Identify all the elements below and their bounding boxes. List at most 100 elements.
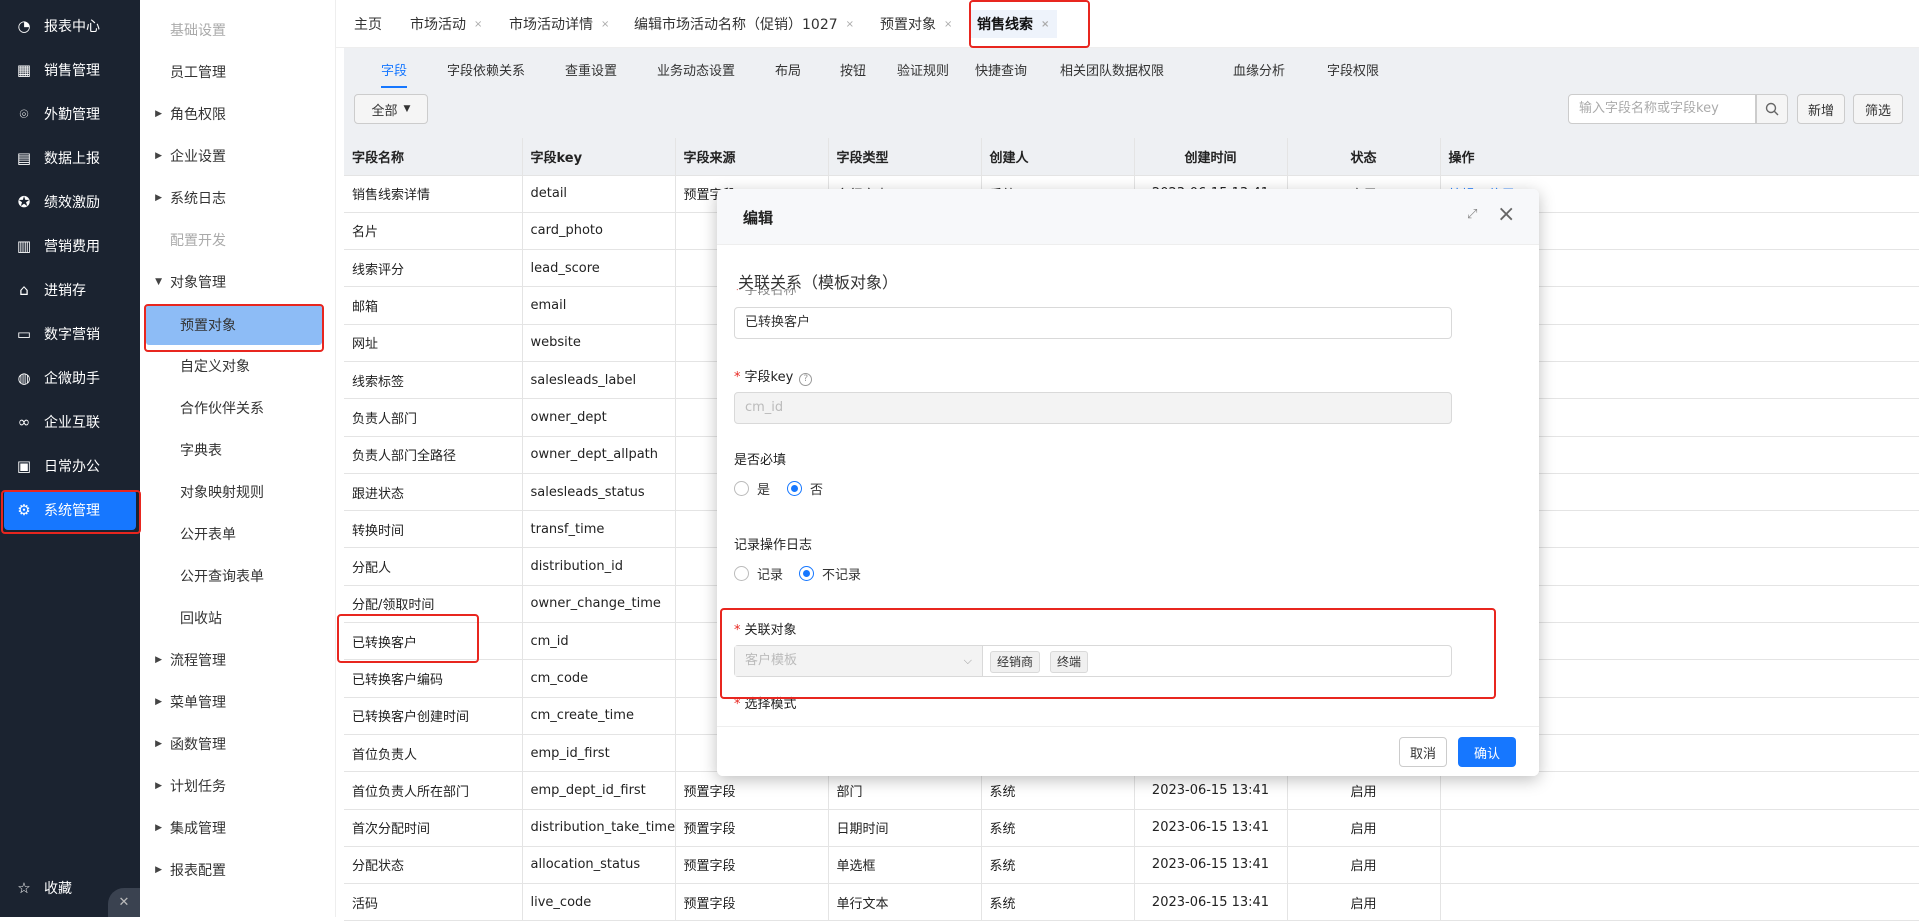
page-tab[interactable]: 编辑市场活动名称（促销）1027 ×	[626, 10, 862, 38]
search-button[interactable]	[1756, 94, 1788, 124]
object-subtab[interactable]: 字段权限	[1327, 60, 1379, 79]
caret-right-icon: ▶	[155, 781, 162, 791]
submenu-item[interactable]: ▶ 菜单管理	[140, 685, 336, 719]
submenu-item[interactable]: ▶ 角色权限	[140, 97, 336, 131]
submenu-item[interactable]: 合作伙伴关系	[140, 391, 336, 425]
nav-item[interactable]: ◍ 企微助手	[4, 358, 136, 398]
submenu-item[interactable]: ▶ 企业设置	[140, 139, 336, 173]
nav-item[interactable]: ∞ 企业互联	[4, 402, 136, 442]
object-subtab[interactable]: 字段	[381, 60, 408, 88]
object-subtab[interactable]: 字段依赖关系	[447, 60, 525, 79]
edit-field-modal: 编辑 ⤢ × 关联关系（模板对象） * 字段名称 已转换客户 * 字段key? cm…	[717, 189, 1539, 776]
close-tab-icon[interactable]: ×	[474, 19, 482, 30]
required-no-radio[interactable]: 否	[787, 479, 823, 498]
object-subtab[interactable]: 业务动态设置	[657, 60, 735, 79]
submenu-item[interactable]: 字典表	[140, 433, 336, 467]
caret-down-icon: ▼	[155, 277, 162, 287]
submenu-label: 系统日志	[170, 191, 226, 207]
table-cell: 单选框	[828, 846, 982, 885]
submenu-item[interactable]: ▶ 系统日志	[140, 181, 336, 215]
nav-item-label: 日常办公	[44, 459, 100, 475]
page-tab[interactable]: 销售线索 ×	[969, 10, 1058, 38]
submenu-item[interactable]: 预置对象	[146, 305, 322, 345]
nav-item[interactable]: ▤ 数据上报	[4, 138, 136, 178]
cancel-button[interactable]: 取消	[1399, 737, 1447, 767]
confirm-button[interactable]: 确认	[1458, 737, 1516, 767]
page-tab[interactable]: 市场活动 ×	[402, 10, 490, 38]
table-row[interactable]: 分配状态 allocation_status 预置字段 单选框 系统 2023-06-15…	[344, 846, 1919, 885]
nav-item[interactable]: ⌂ 进销存	[4, 270, 136, 310]
log-yes-radio[interactable]: 记录	[734, 564, 783, 583]
nav-item[interactable]: ▦ 销售管理	[4, 50, 136, 90]
gear-icon: ⚙	[17, 501, 31, 519]
table-cell: 跟进状态	[344, 473, 523, 512]
main-nav: ◔ 报表中心 ▦ 销售管理 ⌾ 外勤管理 ▤ 数据上报 ✪ 绩效激励 ▥ 营销费用 ⌂ 进销存 ▭ 数字营销 ◍…	[0, 0, 140, 917]
required-yes-radio[interactable]: 是	[734, 479, 770, 498]
modal-footer: 取消 确认	[717, 726, 1539, 776]
submenu-item[interactable]: 公开查询表单	[140, 559, 336, 593]
related-template-select[interactable]: 客户模板 ⌵	[735, 646, 983, 676]
close-tab-icon[interactable]: ×	[1041, 19, 1049, 30]
table-row[interactable]: 活码 live_code 预置字段 单行文本 系统 2023-06-15 13:41 启用	[344, 883, 1919, 921]
log-no-radio[interactable]: 不记录	[799, 564, 861, 583]
table-cell: 首位负责人	[344, 734, 523, 773]
caret-right-icon: ▶	[155, 823, 162, 833]
submenu-item[interactable]: ▶ 函数管理	[140, 727, 336, 761]
nav-item[interactable]: ▣ 日常办公	[4, 446, 136, 486]
nav-item[interactable]: ✪ 绩效激励	[4, 182, 136, 222]
object-subtab[interactable]: 布局	[775, 60, 801, 79]
object-subtab[interactable]: 快捷查询	[975, 60, 1027, 79]
fullscreen-icon[interactable]: ⤢	[1467, 207, 1477, 222]
table-cell	[1440, 846, 1919, 885]
tab-label: 市场活动	[410, 17, 466, 33]
add-button[interactable]: 新增	[1797, 94, 1845, 124]
submenu-item[interactable]: 对象映射规则	[140, 475, 336, 509]
nav-item[interactable]: ⚙ 系统管理	[4, 490, 136, 530]
object-subtab[interactable]: 按钮	[840, 60, 866, 79]
search-input[interactable]: 输入字段名称或字段key	[1568, 94, 1756, 124]
submenu-item[interactable]: ▼ 对象管理	[140, 265, 336, 299]
pin-icon[interactable]: ✕	[108, 888, 140, 917]
field-name-input[interactable]: 已转换客户	[734, 307, 1452, 339]
related-object-select[interactable]: 客户模板 ⌵ 经销商 终端	[734, 645, 1452, 677]
nav-item[interactable]: ▥ 营销费用	[4, 226, 136, 266]
object-subtab[interactable]: 血缘分析	[1233, 60, 1285, 79]
submenu-label: 配置开发	[170, 233, 226, 249]
close-tab-icon[interactable]: ×	[601, 19, 609, 30]
filter-all-dropdown[interactable]: 全部 ▼	[354, 94, 428, 124]
submenu-item[interactable]: ▶ 报表配置	[140, 853, 336, 887]
object-subtab[interactable]: 相关团队数据权限	[1060, 60, 1164, 79]
report-icon: ▤	[16, 149, 32, 167]
column-header: 创建人	[981, 138, 1135, 176]
submenu-item[interactable]: ▶ 流程管理	[140, 643, 336, 677]
table-row[interactable]: 首位负责人所在部门 emp_dept_id_first 预置字段 部门 系统 2023-0…	[344, 771, 1919, 810]
tab-label: 主页	[354, 17, 382, 33]
nav-item[interactable]: ▭ 数字营销	[4, 314, 136, 354]
object-subtab[interactable]: 查重设置	[565, 60, 617, 79]
submenu-item[interactable]: 公开表单	[140, 517, 336, 551]
submenu-item[interactable]: ▶ 计划任务	[140, 769, 336, 803]
close-tab-icon[interactable]: ×	[944, 19, 952, 30]
submenu-item: 配置开发	[140, 223, 336, 257]
nav-item[interactable]: ◔ 报表中心	[4, 6, 136, 46]
submenu-item[interactable]: 员工管理	[140, 55, 336, 89]
page-tab[interactable]: 预置对象 ×	[872, 10, 960, 38]
close-icon[interactable]: ×	[1497, 204, 1515, 226]
caret-right-icon: ▶	[155, 865, 162, 875]
submenu-label: 角色权限	[170, 107, 226, 123]
close-tab-icon[interactable]: ×	[846, 19, 854, 30]
submenu-item[interactable]: ▶ 集成管理	[140, 811, 336, 845]
related-tag[interactable]: 终端	[1050, 651, 1089, 673]
object-subtab[interactable]: 验证规则	[897, 60, 949, 79]
submenu-label: 字典表	[180, 443, 222, 459]
related-tag[interactable]: 经销商	[990, 651, 1041, 673]
filter-all-label: 全部	[371, 103, 398, 119]
nav-item[interactable]: ⌾ 外勤管理	[4, 94, 136, 134]
table-cell: owner_change_time	[522, 585, 676, 624]
submenu-item[interactable]: 回收站	[140, 601, 336, 635]
table-row[interactable]: 首次分配时间distribution_take_time_first预置字段日期…	[344, 809, 1919, 847]
filter-button[interactable]: 筛选	[1853, 94, 1903, 124]
page-tab[interactable]: 主页	[346, 10, 390, 38]
page-tab[interactable]: 市场活动详情 ×	[501, 10, 617, 38]
submenu-item[interactable]: 自定义对象	[140, 349, 336, 383]
